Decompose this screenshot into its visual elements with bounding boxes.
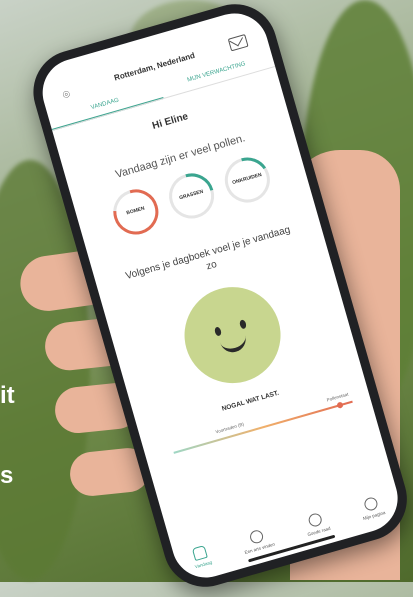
severity-marker — [336, 401, 344, 409]
nav-mijn-pagina[interactable]: Mijn pagina — [358, 495, 386, 522]
nav-label-vandaag: Vandaag — [194, 559, 213, 570]
lightbulb-icon — [307, 511, 324, 528]
user-icon — [362, 495, 379, 513]
left-eye — [213, 326, 223, 337]
doctor-icon — [248, 528, 265, 545]
mood-face[interactable] — [173, 275, 292, 395]
nav-vandaag[interactable]: Vandaag — [190, 544, 213, 569]
right-eye — [238, 319, 248, 330]
nav-label-pagina: Mijn pagina — [362, 509, 386, 522]
nav-goede-raad[interactable]: Goede raad — [302, 510, 331, 537]
home-icon — [192, 544, 209, 561]
nav-een-arts-vinden[interactable]: Een arts vinden — [240, 526, 275, 555]
scale-right-label: Pollenstaat — [326, 391, 349, 403]
smile — [219, 331, 249, 356]
pollen-ring-onkruiden[interactable]: ONKRUIDEN — [216, 149, 278, 211]
pollen-ring-grassen[interactable]: GRASSEN — [161, 165, 223, 227]
nav-label-raad: Goede raad — [306, 525, 332, 538]
severity-scale — [173, 400, 353, 454]
side-text-1: it — [0, 382, 15, 409]
mail-icon[interactable] — [227, 33, 249, 52]
side-text-2: s — [0, 462, 14, 489]
pollen-ring-bomen[interactable]: BOMEN — [105, 181, 167, 243]
